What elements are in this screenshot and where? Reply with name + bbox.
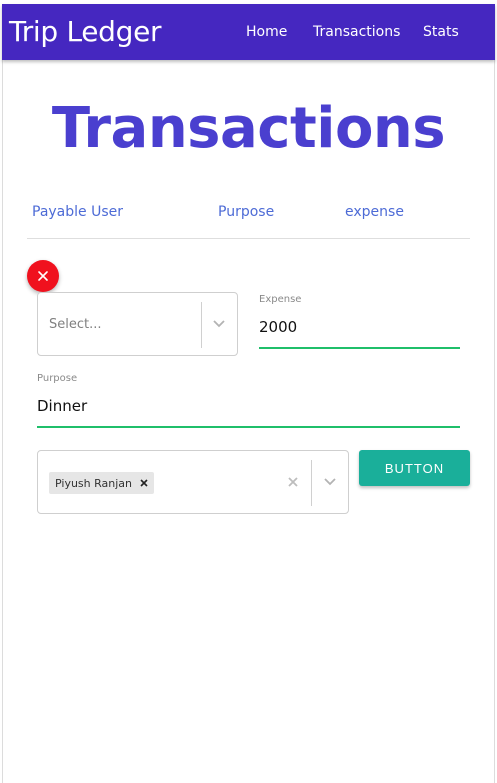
participants-multi-select[interactable]: Piyush Ranjan bbox=[37, 450, 349, 514]
purpose-input[interactable]: Dinner bbox=[37, 397, 87, 415]
navbar: Trip Ledger Home Transactions Stats bbox=[2, 4, 495, 60]
brand-title[interactable]: Trip Ledger bbox=[9, 15, 162, 48]
select-placeholder: Select... bbox=[49, 317, 102, 332]
remove-transaction-button[interactable] bbox=[27, 260, 59, 292]
chevron-down-icon[interactable] bbox=[212, 319, 226, 329]
clear-icon[interactable] bbox=[287, 476, 299, 488]
participant-chip: Piyush Ranjan bbox=[49, 472, 155, 494]
column-header-payable-user: Payable User bbox=[32, 204, 124, 220]
nav-link-home[interactable]: Home bbox=[246, 24, 287, 40]
select-separator bbox=[201, 302, 202, 348]
expense-input[interactable]: 2000 bbox=[259, 318, 297, 336]
chip-remove-icon[interactable] bbox=[140, 479, 148, 487]
column-header-expense: expense bbox=[345, 204, 404, 220]
nav-link-stats[interactable]: Stats bbox=[423, 24, 459, 40]
multi-select-separator bbox=[311, 460, 312, 506]
expense-underline bbox=[259, 347, 460, 349]
close-icon bbox=[38, 271, 48, 281]
column-header-purpose: Purpose bbox=[218, 204, 275, 220]
page-title: Transactions bbox=[51, 96, 446, 161]
chevron-down-icon[interactable] bbox=[323, 477, 337, 487]
header-divider bbox=[27, 238, 470, 239]
purpose-label: Purpose bbox=[37, 373, 78, 384]
payable-user-select[interactable]: Select... bbox=[37, 292, 238, 356]
purpose-underline bbox=[37, 426, 460, 428]
expense-label: Expense bbox=[259, 294, 302, 305]
participant-chip-label: Piyush Ranjan bbox=[55, 476, 133, 490]
nav-link-transactions[interactable]: Transactions bbox=[313, 24, 400, 40]
submit-button[interactable]: BUTTON bbox=[359, 450, 470, 486]
